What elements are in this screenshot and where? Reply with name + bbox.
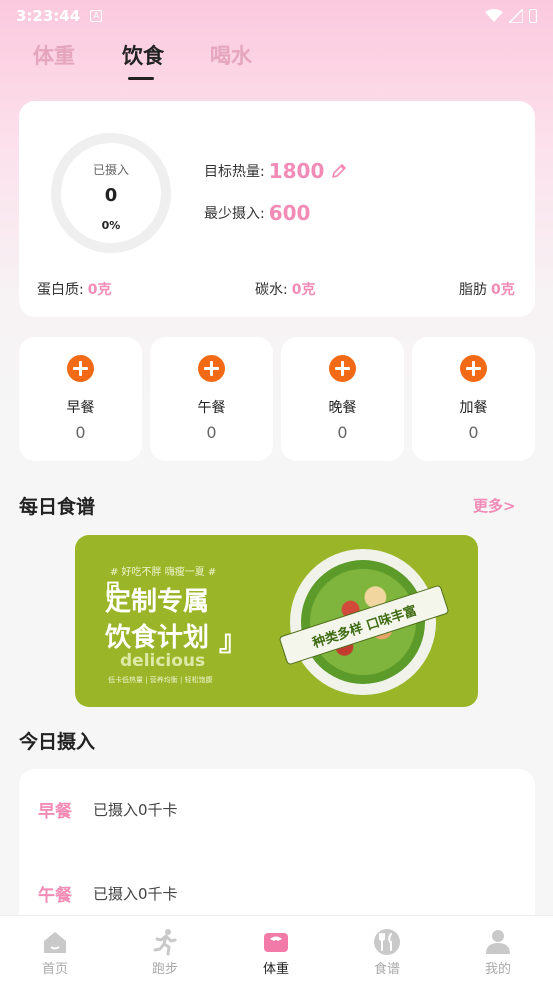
meal-count: 0 (75, 423, 86, 442)
cutlery-icon (374, 929, 400, 955)
banner-features: 低卡低热量 | 营养均衡 | 轻松饱腹 (108, 676, 213, 684)
nav-home[interactable]: 首页 (0, 916, 110, 984)
nav-label: 我的 (484, 962, 511, 977)
macro-protein: 蛋白质: 0克 (37, 279, 111, 299)
min-intake-row: 最少摄入: 600 (204, 201, 310, 225)
macro-label: 碳水: (255, 282, 288, 298)
macro-label: 蛋白质: (37, 282, 84, 298)
bottom-navigation: 首页 跑步 体重 食谱 我的 (0, 915, 553, 984)
tab-weight[interactable]: 体重 (33, 40, 75, 70)
nav-recipes[interactable]: 食谱 (332, 916, 442, 984)
recipe-banner[interactable]: # 好吃不胖 嗨瘦一夏 # 『 定制专属 饮食计划 』 delicious 低卡… (75, 535, 478, 707)
more-recipes-link[interactable]: 更多> (473, 495, 516, 516)
calorie-progress-ring: 已摄入 0 0% (51, 133, 171, 253)
daily-recipe-title: 每日食谱 (19, 496, 96, 518)
add-icon[interactable] (329, 355, 356, 382)
signal-icon (509, 9, 523, 23)
banner-bracket-close: 』 (219, 624, 248, 657)
meal-name: 加餐 (459, 400, 488, 416)
tab-diet[interactable]: 饮食 (122, 40, 164, 70)
profile-icon (486, 930, 510, 954)
nav-label: 首页 (41, 962, 68, 977)
running-icon (153, 929, 177, 956)
min-intake-label: 最少摄入: (204, 206, 265, 222)
banner-headline-2: 饮食计划 (105, 623, 210, 653)
macro-value: 0克 (491, 282, 515, 298)
macro-label: 脂肪 (459, 282, 487, 298)
target-calorie-label: 目标热量: (204, 164, 265, 180)
macro-value: 0克 (291, 282, 316, 298)
target-calorie-row: 目标热量: 1800 (204, 159, 348, 183)
status-time: 3:23:44 (16, 7, 81, 25)
nav-label: 食谱 (373, 962, 400, 977)
add-icon[interactable] (67, 355, 94, 382)
tab-active-indicator (128, 77, 154, 80)
macro-fat: 脂肪 0克 (459, 279, 515, 299)
intake-meal-name: 午餐 (38, 886, 72, 906)
banner-headline-1: 定制专属 (105, 587, 210, 617)
meal-name: 晚餐 (328, 400, 357, 416)
nav-label: 体重 (262, 962, 289, 977)
macro-carbs: 碳水: 0克 (255, 279, 315, 299)
meal-tile-snack[interactable]: 加餐 0 (412, 337, 535, 461)
status-bar: 3:23:44 A (0, 0, 553, 32)
intake-row-lunch[interactable]: 午餐 已摄入0千卡 (38, 881, 178, 906)
meal-count: 0 (206, 423, 217, 442)
meal-name: 午餐 (197, 400, 226, 416)
meal-count: 0 (337, 423, 348, 442)
intake-value: 已摄入0千卡 (93, 801, 178, 819)
add-icon[interactable] (198, 355, 225, 382)
notification-icon: A (90, 10, 103, 22)
min-intake-value: 600 (268, 201, 311, 225)
banner-delicious: delicious (120, 651, 206, 671)
meal-tile-lunch[interactable]: 午餐 0 (150, 337, 273, 461)
ring-value: 0 (104, 185, 118, 206)
calorie-summary-card: 已摄入 0 0% 目标热量: 1800 最少摄入: 600 蛋白质: 0克 碳水:… (19, 101, 535, 317)
today-intake-title: 今日摄入 (19, 731, 96, 753)
tab-water[interactable]: 喝水 (210, 40, 252, 70)
intake-meal-name: 早餐 (38, 802, 72, 822)
ring-label: 已摄入 (92, 163, 129, 177)
nav-profile[interactable]: 我的 (443, 916, 553, 984)
intake-value: 已摄入0千卡 (93, 885, 178, 903)
banner-tagline: # 好吃不胖 嗨瘦一夏 # (110, 567, 217, 578)
add-icon[interactable] (460, 355, 487, 382)
nav-label: 跑步 (151, 962, 178, 977)
nav-weight[interactable]: 体重 (221, 916, 331, 984)
meal-tile-breakfast[interactable]: 早餐 0 (19, 337, 142, 461)
today-intake-card: 早餐 已摄入0千卡 午餐 已摄入0千卡 (19, 769, 535, 929)
meal-name: 早餐 (66, 400, 95, 416)
home-icon (44, 932, 66, 953)
nav-running[interactable]: 跑步 (110, 916, 220, 984)
scale-icon (264, 933, 288, 952)
wifi-icon (485, 9, 503, 22)
intake-row-breakfast[interactable]: 早餐 已摄入0千卡 (38, 797, 178, 822)
tab-bar: 体重 饮食 喝水 (0, 40, 553, 86)
meal-count: 0 (468, 423, 479, 442)
target-calorie-value: 1800 (268, 159, 325, 183)
battery-icon (529, 9, 537, 23)
ring-percent: 0% (101, 219, 121, 232)
macro-value: 0克 (87, 282, 112, 298)
meal-tile-dinner[interactable]: 晚餐 0 (281, 337, 404, 461)
edit-pencil-icon[interactable] (330, 162, 348, 180)
